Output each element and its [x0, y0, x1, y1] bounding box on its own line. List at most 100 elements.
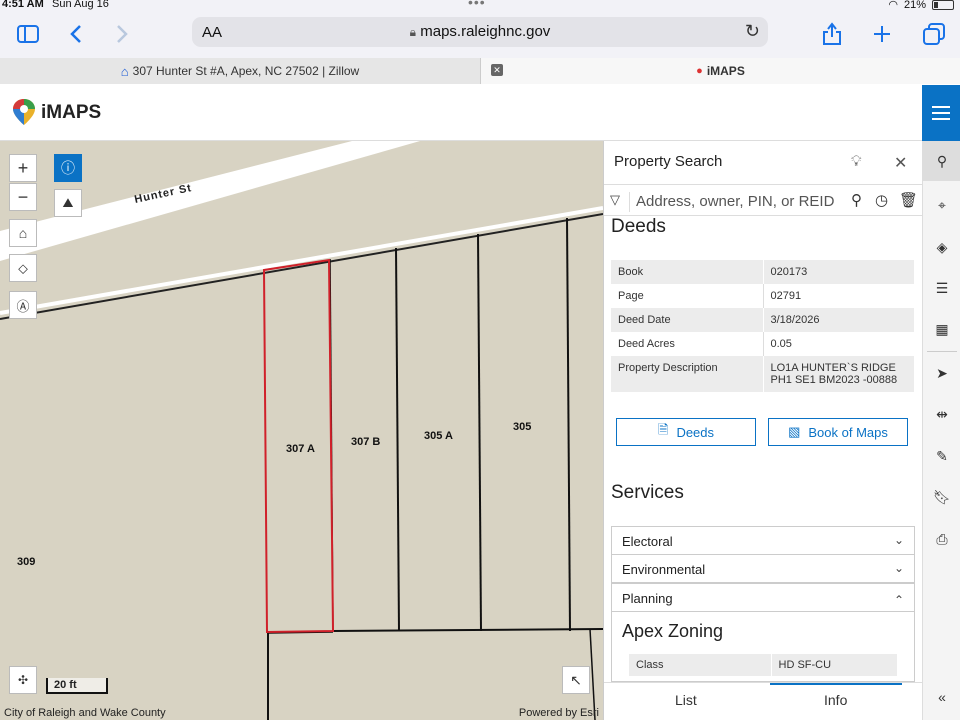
status-time: 4:51 AM: [2, 0, 44, 10]
multitask-dots-icon[interactable]: •••: [468, 0, 486, 10]
table-row: Page 02791: [611, 284, 914, 308]
deeds-button-label: Deeds: [676, 424, 715, 440]
search-tool-icon[interactable]: ⚲: [923, 141, 960, 181]
back-icon[interactable]: [62, 20, 90, 48]
tab-overview-icon[interactable]: [920, 20, 948, 48]
deed-value: 020173: [763, 260, 914, 284]
deed-value: 3/18/2026: [763, 308, 914, 332]
parcel-label-305[interactable]: 305: [513, 421, 531, 433]
bookmark-icon[interactable]: 🔖︎: [923, 477, 960, 517]
legend-list-icon[interactable]: ☰: [923, 268, 960, 308]
hamburger-menu-icon[interactable]: [922, 85, 960, 141]
tab-zillow[interactable]: ⌂ 307 Hunter St #A, Apex, NC 27502 | Zil…: [0, 58, 480, 84]
address-bar[interactable]: AA 🔒︎ maps.raleighnc.gov ↻: [192, 17, 768, 47]
sidebar-toggle-icon[interactable]: [14, 20, 42, 48]
deed-value: 0.05: [763, 332, 914, 356]
parcel-label-305a[interactable]: 305 A: [424, 430, 453, 442]
rail-divider: [927, 351, 957, 352]
collapse-rail-icon[interactable]: «: [923, 677, 960, 717]
accordion-electoral[interactable]: Electoral ⌄: [611, 526, 915, 555]
trash-icon[interactable]: 🗑︎: [899, 191, 918, 209]
zoom-in-button[interactable]: +: [9, 154, 37, 182]
services-heading: Services: [611, 482, 684, 503]
zoom-out-button[interactable]: −: [9, 183, 37, 211]
parcel-line: [395, 247, 400, 632]
parcel-line: [477, 233, 482, 632]
parcel-label-307b[interactable]: 307 B: [351, 436, 380, 448]
accordion-environmental[interactable]: Environmental ⌄: [611, 554, 915, 583]
reload-icon[interactable]: ↻: [745, 21, 760, 42]
battery-percent: 21%: [903, 0, 926, 11]
parcel-line: [332, 628, 603, 632]
accordion-label: Electoral: [622, 534, 673, 549]
planning-content: Apex Zoning Class HD SF-CU: [611, 612, 915, 682]
status-date: Sun Aug 16: [52, 0, 109, 10]
deed-label: Deed Date: [611, 308, 764, 332]
search-icon[interactable]: ⚲: [851, 191, 862, 209]
lightbulb-icon[interactable]: 💡︎: [851, 153, 862, 170]
property-panel: Property Search 💡︎ ✕ ▽ ⚲ ◷ 🗑︎ Deeds Book…: [603, 141, 922, 720]
deed-label: Deed Acres: [611, 332, 764, 356]
parcel-label-307a[interactable]: 307 A: [286, 443, 315, 455]
map-book-icon: ▧: [788, 424, 801, 439]
measure-icon[interactable]: ⇹: [923, 394, 960, 434]
expand-icon[interactable]: ↖: [562, 666, 590, 694]
table-row: Deed Acres 0.05: [611, 332, 914, 356]
deed-label: Property Description: [611, 356, 764, 392]
location-pin-icon[interactable]: ⌖: [923, 185, 960, 225]
search-bar: ▽ ⚲ ◷ 🗑︎: [604, 184, 922, 216]
info-icon[interactable]: ⓘ: [54, 154, 82, 182]
map-attribution: City of Raleigh and Wake County: [4, 707, 166, 719]
draw-pencil-icon[interactable]: ✎: [923, 436, 960, 476]
imaps-favicon-icon: ●: [696, 65, 703, 77]
browser-toolbar: AA 🔒︎ maps.raleighnc.gov ↻: [0, 12, 960, 58]
parcel-label-309[interactable]: 309: [17, 556, 35, 568]
deeds-table: Book 020173 Page 02791 Deed Date 3/18/2026 …: [611, 260, 914, 392]
tab-close-icon[interactable]: ✕: [491, 64, 503, 76]
book-of-maps-button[interactable]: ▧ Book of Maps: [768, 418, 908, 446]
chevron-down-icon: ⌄: [893, 561, 904, 575]
address-url: 🔒︎ maps.raleighnc.gov: [192, 23, 768, 40]
map-view[interactable]: Hunter St 307 A 307 B 305 A 305 309 + − …: [0, 141, 603, 720]
tab-zillow-title: 307 Hunter St #A, Apex, NC 27502 | Zillo…: [132, 64, 360, 78]
layers-icon[interactable]: ◈: [923, 227, 960, 267]
search-type-dropdown-icon[interactable]: ▽: [610, 192, 630, 212]
accordion-planning[interactable]: Planning ⌃: [611, 583, 915, 612]
table-row: Deed Date 3/18/2026: [611, 308, 914, 332]
book-of-maps-label: Book of Maps: [808, 424, 888, 440]
app-logo-text: iMAPS: [41, 102, 102, 123]
new-tab-icon[interactable]: [868, 20, 896, 48]
tab-imaps[interactable]: ✕ ● iMAPS: [480, 58, 960, 84]
panel-title: Property Search: [614, 153, 723, 170]
basemap-toggle-icon[interactable]: ⛰: [54, 189, 82, 217]
tab-imaps-title: iMAPS: [706, 64, 745, 78]
locate-icon[interactable]: Ⓐ: [9, 291, 37, 319]
crosshair-icon[interactable]: ✣: [9, 666, 37, 694]
deed-label: Book: [611, 260, 764, 284]
accordion-label: Environmental: [622, 562, 706, 577]
print-icon[interactable]: ⎙: [923, 519, 960, 559]
chevron-down-icon: ⌄: [893, 533, 904, 547]
deed-value: 02791: [763, 284, 914, 308]
url-text: maps.raleighnc.gov: [420, 23, 551, 40]
lock-icon: 🔒︎: [409, 25, 417, 39]
home-icon[interactable]: ⌂: [9, 219, 37, 247]
tab-info[interactable]: Info: [824, 692, 847, 708]
history-icon[interactable]: ◷: [875, 191, 888, 209]
zoning-value: HD SF-CU: [771, 654, 897, 676]
select-arrow-icon[interactable]: ➤: [923, 353, 960, 393]
property-search-input[interactable]: [636, 189, 840, 213]
deeds-button[interactable]: 🗎 Deeds: [616, 418, 756, 446]
qr-code-icon[interactable]: ▦: [923, 309, 960, 349]
zoning-heading: Apex Zoning: [622, 621, 724, 641]
close-icon[interactable]: ✕: [894, 153, 907, 173]
battery-icon: [932, 0, 954, 10]
tab-list[interactable]: List: [675, 692, 697, 708]
table-row: Book 020173: [611, 260, 914, 284]
forward-icon[interactable]: [108, 20, 136, 48]
compass-icon[interactable]: ⬦: [9, 254, 37, 282]
tool-rail: ⚲ ⌖ ◈ ☰ ▦ ➤ ⇹ ✎ 🔖︎ ⎙ «: [922, 141, 960, 720]
esri-attribution[interactable]: Powered by Esri: [519, 707, 599, 719]
parcel-line: [566, 217, 571, 632]
share-icon[interactable]: [818, 20, 846, 48]
